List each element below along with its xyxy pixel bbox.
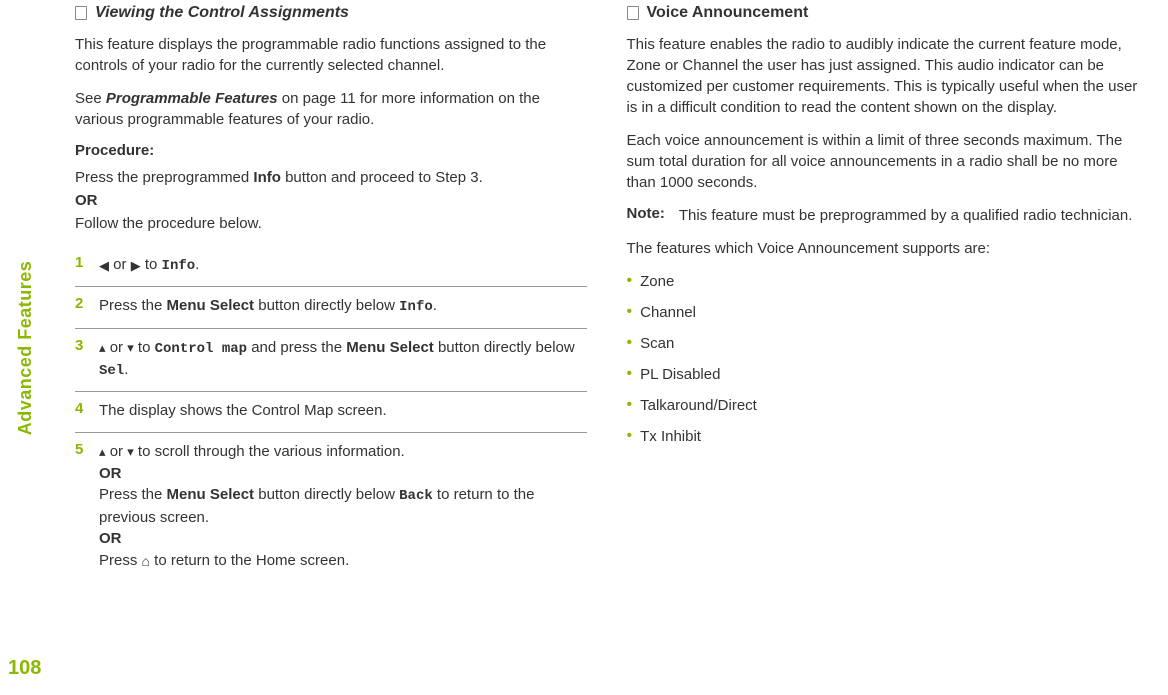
see-bold: Programmable Features xyxy=(106,90,278,107)
bullet-text: Zone xyxy=(640,271,674,292)
s1-period: . xyxy=(195,256,199,273)
note-row: Note: This feature must be preprogrammed… xyxy=(627,205,1139,226)
book-icon xyxy=(75,6,87,20)
s3-period: . xyxy=(124,361,128,378)
section-heading-right: Voice Announcement xyxy=(627,4,1139,22)
s2-pre: Press the xyxy=(99,297,167,314)
step-2: 2 Press the Menu Select button directly … xyxy=(75,287,587,328)
right-arrow-icon: ▶ xyxy=(131,259,141,272)
s1-target: Info xyxy=(162,258,196,274)
bullet-zone: • Zone xyxy=(627,271,1139,292)
home-icon: ⌂ xyxy=(142,551,150,571)
left-column: Viewing the Control Assignments This fea… xyxy=(75,0,587,675)
s5-l2-bold: Menu Select xyxy=(167,486,255,503)
step-body-3: ▴ or ▾ to Control map and press the Menu… xyxy=(99,337,587,382)
s5-or-line2: OR xyxy=(99,528,587,550)
s3-target: Control map xyxy=(155,341,247,357)
proc-pre: Press the preprogrammed xyxy=(75,169,253,186)
s3-or: or xyxy=(106,339,128,356)
procedure-intro: Press the preprogrammed Info button and … xyxy=(75,167,587,188)
bullet-text: Scan xyxy=(640,333,674,354)
bullet-talkaround: • Talkaround/Direct xyxy=(627,395,1139,416)
proc-follow: Follow the procedure below. xyxy=(75,213,587,234)
s5-l2-mid: button directly below xyxy=(254,486,399,503)
step-body-2: Press the Menu Select button directly be… xyxy=(99,295,587,317)
right-column: Voice Announcement This feature enables … xyxy=(627,0,1139,675)
step-num-1: 1 xyxy=(75,254,87,276)
s2-mid: button directly below xyxy=(254,297,399,314)
s5-l2-back: Back xyxy=(399,488,433,504)
step-3: 3 ▴ or ▾ to Control map and press the Me… xyxy=(75,329,587,393)
s3-to: to xyxy=(134,339,155,356)
step-4: 4 The display shows the Control Map scre… xyxy=(75,392,587,433)
s2-period: . xyxy=(433,297,437,314)
bullet-dot-icon: • xyxy=(627,333,633,352)
proc-bold: Info xyxy=(253,169,281,186)
left-arrow-icon: ◀ xyxy=(99,259,109,272)
s3-mid: and press the xyxy=(247,339,346,356)
right-p2: Each voice announcement is within a limi… xyxy=(627,130,1139,193)
s5-l3-post: to return to the Home screen. xyxy=(150,552,349,569)
bullet-tx-inhibit: • Tx Inhibit xyxy=(627,426,1139,447)
s5-or-line1: OR xyxy=(99,463,587,485)
s5-or: or xyxy=(106,443,128,460)
note-text: This feature must be preprogrammed by a … xyxy=(679,205,1138,226)
bullet-text: Channel xyxy=(640,302,696,323)
bullet-text: Talkaround/Direct xyxy=(640,395,757,416)
procedure-label: Procedure: xyxy=(75,142,587,159)
step-5: 5 ▴ or ▾ to scroll through the various i… xyxy=(75,433,587,582)
page-number: 108 xyxy=(8,657,41,680)
heading-voice-announcement: Voice Announcement xyxy=(647,4,809,22)
book-icon-2 xyxy=(627,6,639,20)
s2-target: Info xyxy=(399,299,433,315)
bullet-text: Tx Inhibit xyxy=(640,426,701,447)
s3-post: button directly below xyxy=(434,339,575,356)
s5-l3-pre: Press xyxy=(99,552,142,569)
supports-intro: The features which Voice Announcement su… xyxy=(627,238,1139,259)
step-num-4: 4 xyxy=(75,400,87,422)
s3-sel: Sel xyxy=(99,363,124,379)
proc-or: OR xyxy=(75,192,98,209)
bullet-dot-icon: • xyxy=(627,271,633,290)
step-body-5: ▴ or ▾ to scroll through the various inf… xyxy=(99,441,587,572)
heading-control-assignments: Viewing the Control Assignments xyxy=(95,4,349,22)
s1-or: or xyxy=(109,256,131,273)
bullet-channel: • Channel xyxy=(627,302,1139,323)
bullet-scan: • Scan xyxy=(627,333,1139,354)
see-pre: See xyxy=(75,90,106,107)
page-container: Advanced Features 108 Viewing the Contro… xyxy=(0,0,1168,695)
side-section-label: Advanced Features xyxy=(15,260,36,435)
s2-bold: Menu Select xyxy=(167,297,255,314)
step-1: 1 ◀ or ▶ to Info. xyxy=(75,246,587,287)
step-body-1: ◀ or ▶ to Info. xyxy=(99,254,587,276)
step-num-5: 5 xyxy=(75,441,87,572)
bullet-dot-icon: • xyxy=(627,364,633,383)
proc-post: button and proceed to Step 3. xyxy=(281,169,483,186)
intro-paragraph: This feature displays the programmable r… xyxy=(75,34,587,76)
step-num-2: 2 xyxy=(75,295,87,317)
step-body-4: The display shows the Control Map screen… xyxy=(99,400,587,422)
bullet-text: PL Disabled xyxy=(640,364,720,385)
see-programmable: See Programmable Features on page 11 for… xyxy=(75,88,587,130)
step-num-3: 3 xyxy=(75,337,87,382)
bullet-list: • Zone • Channel • Scan • PL Disabled • Talka… xyxy=(627,271,1139,447)
bullet-dot-icon: • xyxy=(627,395,633,414)
s5-scroll: to scroll through the various informatio… xyxy=(134,443,405,460)
procedure-steps: 1 ◀ or ▶ to Info. 2 Press the Menu Selec… xyxy=(75,246,587,582)
right-p1: This feature enables the radio to audibl… xyxy=(627,34,1139,118)
content-area: Viewing the Control Assignments This fea… xyxy=(0,0,1168,695)
bullet-pl-disabled: • PL Disabled xyxy=(627,364,1139,385)
note-label: Note: xyxy=(627,205,665,226)
s5-l2-pre: Press the xyxy=(99,486,167,503)
s3-bold: Menu Select xyxy=(346,339,434,356)
bullet-dot-icon: • xyxy=(627,302,633,321)
section-heading-left: Viewing the Control Assignments xyxy=(75,4,587,22)
s1-to: to xyxy=(141,256,162,273)
bullet-dot-icon: • xyxy=(627,426,633,445)
